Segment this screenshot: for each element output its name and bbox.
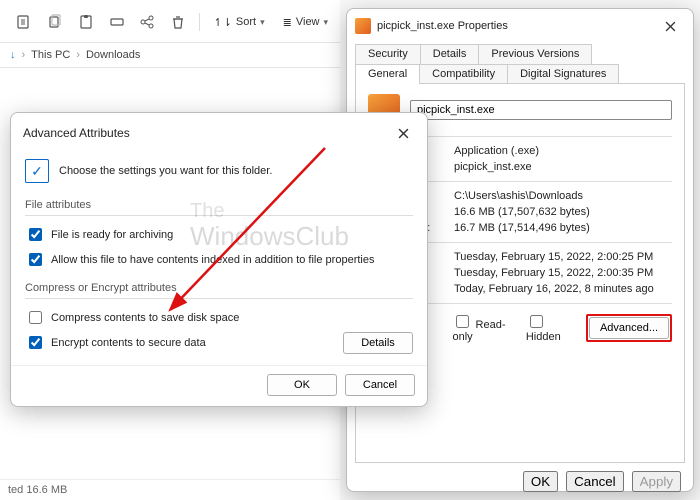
- sort-icon: ↿⇂: [213, 16, 231, 29]
- rename-icon[interactable]: [104, 8, 129, 36]
- hidden-checkbox[interactable]: [530, 315, 543, 328]
- ok-button[interactable]: OK: [523, 471, 558, 492]
- apply-button[interactable]: Apply: [632, 471, 681, 492]
- encrypt-checkbox[interactable]: [29, 336, 42, 349]
- view-dropdown[interactable]: ≣View▾: [277, 8, 334, 36]
- sort-dropdown[interactable]: ↿⇂Sort▾: [207, 8, 270, 36]
- dialog-title: picpick_inst.exe Properties: [377, 20, 508, 32]
- archive-checkbox-row[interactable]: File is ready for archiving: [25, 222, 413, 247]
- indexed-checkbox-row[interactable]: Allow this file to have contents indexed…: [25, 247, 413, 272]
- tab-general[interactable]: General: [355, 64, 420, 84]
- explorer-toolbar: ↿⇂Sort▾ ≣View▾: [0, 0, 340, 43]
- tab-previous-versions[interactable]: Previous Versions: [478, 44, 592, 64]
- advanced-attributes-dialog: Advanced Attributes ✓ Choose the setting…: [10, 112, 428, 407]
- view-icon: ≣: [283, 16, 292, 29]
- filename-input[interactable]: [410, 100, 672, 120]
- tab-security[interactable]: Security: [355, 44, 421, 64]
- compress-checkbox-row[interactable]: Compress contents to save disk space: [25, 305, 413, 330]
- delete-icon[interactable]: [166, 8, 191, 36]
- copy-icon[interactable]: [43, 8, 68, 36]
- breadcrumb-item[interactable]: This PC: [31, 49, 70, 61]
- cancel-button[interactable]: Cancel: [345, 374, 415, 396]
- chevron-right-icon: ›: [22, 49, 26, 61]
- close-button[interactable]: [653, 15, 687, 37]
- status-bar: ted 16.6 MB: [0, 479, 340, 500]
- tab-digital-signatures[interactable]: Digital Signatures: [507, 64, 619, 84]
- new-icon[interactable]: [12, 8, 37, 36]
- readonly-checkbox-row[interactable]: Read-only: [452, 312, 515, 343]
- readonly-checkbox[interactable]: [456, 315, 469, 328]
- advanced-button-highlight: Advanced...: [586, 314, 672, 342]
- dialog-intro-text: Choose the settings you want for this fo…: [59, 165, 272, 177]
- cancel-button[interactable]: Cancel: [566, 471, 624, 492]
- dialog-title: Advanced Attributes: [23, 126, 130, 140]
- archive-checkbox[interactable]: [29, 228, 42, 241]
- group-label: Compress or Encrypt attributes: [25, 282, 413, 294]
- chevron-down-icon: ▾: [324, 17, 329, 28]
- group-label: File attributes: [25, 199, 413, 211]
- paste-icon[interactable]: [74, 8, 99, 36]
- breadcrumb[interactable]: ↓ › This PC › Downloads: [0, 43, 340, 68]
- indexed-checkbox[interactable]: [29, 253, 42, 266]
- close-button[interactable]: [389, 121, 417, 145]
- hidden-checkbox-row[interactable]: Hidden: [526, 312, 576, 343]
- advanced-button[interactable]: Advanced...: [589, 317, 669, 339]
- download-icon: ↓: [10, 49, 16, 61]
- share-icon[interactable]: [135, 8, 160, 36]
- details-button[interactable]: Details: [343, 332, 413, 354]
- checkbox-icon: ✓: [25, 159, 49, 183]
- app-icon: [355, 18, 371, 34]
- ok-button[interactable]: OK: [267, 374, 337, 396]
- tab-details[interactable]: Details: [420, 44, 480, 64]
- compress-checkbox[interactable]: [29, 311, 42, 324]
- tab-compatibility[interactable]: Compatibility: [419, 64, 508, 84]
- breadcrumb-item[interactable]: Downloads: [86, 49, 140, 61]
- chevron-down-icon: ▾: [260, 17, 265, 28]
- chevron-right-icon: ›: [76, 49, 80, 61]
- encrypt-checkbox-row[interactable]: Encrypt contents to secure data: [25, 330, 206, 355]
